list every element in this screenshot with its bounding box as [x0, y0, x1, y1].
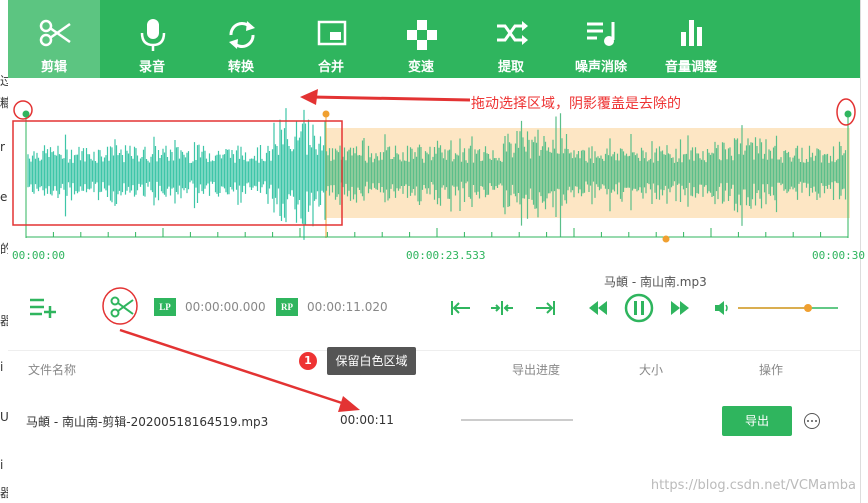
- keep-white-region-tooltip: 保留白色区域: [327, 347, 416, 375]
- volume-slider[interactable]: [736, 302, 840, 314]
- tab-record[interactable]: 录音: [106, 0, 198, 78]
- edge-text: i: [0, 360, 4, 374]
- fast-forward-icon[interactable]: [670, 301, 690, 315]
- col-size-header: 大小: [639, 363, 664, 377]
- timeline-mid-label: 00:00:23.533: [406, 249, 486, 262]
- tab-cut[interactable]: 剪辑: [8, 0, 100, 78]
- convert-icon: [229, 21, 255, 49]
- file-table-header: 文件名称 时长 导出进度 大小 操作: [8, 350, 860, 385]
- pause-icon[interactable]: [624, 293, 654, 323]
- tab-speed[interactable]: 变速: [375, 0, 467, 78]
- lp-badge: LP: [154, 298, 176, 316]
- tab-label: 转换: [227, 60, 254, 75]
- watermark-text: https://blog.csdn.net/VCMamba: [650, 478, 856, 493]
- export-button[interactable]: 导出: [722, 406, 792, 436]
- rp-time: 00:00:11.020: [307, 300, 388, 314]
- tab-label: 噪声消除: [574, 60, 627, 75]
- edge-text: i: [0, 458, 4, 472]
- edge-text: e: [0, 190, 8, 204]
- tab-label: 合并: [317, 60, 344, 75]
- right-marker-handle[interactable]: [844, 110, 852, 118]
- left-edge-strip: 过 糠 r e 的 器 i U i 器: [0, 0, 12, 503]
- tab-denoise[interactable]: 噪声消除: [555, 0, 647, 78]
- rp-badge: RP: [276, 298, 298, 316]
- playback-controls: LP 00:00:00.000 RP 00:00:11.020 马頔 - 南山南…: [8, 268, 860, 348]
- timeline-ticks: [25, 228, 849, 237]
- tab-volume[interactable]: 音量调整: [645, 0, 737, 78]
- tab-convert[interactable]: 转换: [195, 0, 287, 78]
- jump-end-icon[interactable]: [534, 300, 556, 316]
- more-options-icon[interactable]: [804, 413, 820, 429]
- timeline-end-label: 00:00:30: [812, 249, 865, 262]
- microphone-icon: [140, 19, 166, 51]
- export-progress-bar: [461, 419, 573, 421]
- add-list-icon[interactable]: [28, 296, 58, 318]
- col-progress-header: 导出进度: [512, 363, 561, 377]
- waveform-editor[interactable]: [8, 78, 860, 268]
- speed-icon: [407, 20, 437, 50]
- scissors-icon: [39, 19, 71, 47]
- main-toolbar: 剪辑 录音 转换 合并 变速 提取 噪声消除 音量调整: [8, 0, 860, 78]
- col-action-header: 操作: [759, 363, 784, 377]
- tab-label: 变速: [407, 60, 434, 75]
- audio-editor-window: 剪辑 录音 转换 合并 变速 提取 噪声消除 音量调整 00:00:00 00:…: [8, 0, 865, 503]
- annotation-top-note: 拖动选择区域，阴影覆盖是去除的: [471, 96, 681, 112]
- volume-bars-icon: [681, 20, 702, 46]
- timeline-start-label: 00:00:00: [12, 249, 65, 262]
- denoise-icon: [587, 22, 615, 46]
- lp-time: 00:00:00.000: [185, 300, 266, 314]
- left-marker-handle[interactable]: [22, 110, 30, 118]
- tab-extract[interactable]: 提取: [465, 0, 557, 78]
- shuffle-icon: [497, 21, 528, 45]
- col-name-header: 文件名称: [28, 363, 77, 377]
- merge-icon: [317, 20, 347, 46]
- waveform-kept-part: [27, 108, 326, 240]
- file-name-cell: 马頔 - 南山南-剪辑-20200518164519.mp3: [26, 415, 269, 429]
- now-playing-filename: 马頔 - 南山南.mp3: [604, 275, 707, 289]
- tab-merge[interactable]: 合并: [285, 0, 377, 78]
- cut-scissors-icon[interactable]: [110, 296, 134, 318]
- tab-label: 音量调整: [664, 60, 717, 75]
- speaker-icon[interactable]: [714, 301, 730, 315]
- lp-marker-handle[interactable]: [322, 110, 330, 118]
- edge-text: r: [0, 140, 5, 154]
- jump-start-icon[interactable]: [450, 300, 472, 316]
- tab-label: 录音: [138, 60, 165, 75]
- tab-label: 提取: [497, 60, 524, 75]
- playhead-handle[interactable]: [662, 235, 670, 243]
- center-marker-icon[interactable]: [490, 300, 514, 316]
- rewind-icon[interactable]: [588, 301, 608, 315]
- duration-cell: 00:00:11: [340, 413, 394, 427]
- tab-label: 剪辑: [40, 60, 67, 75]
- step-number-badge: 1: [299, 352, 317, 370]
